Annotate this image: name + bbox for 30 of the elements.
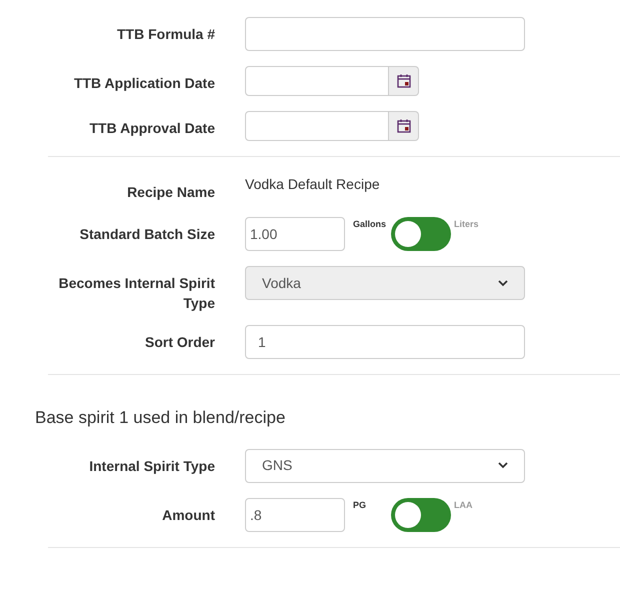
input-field[interactable]: .8 bbox=[245, 498, 345, 532]
date-field[interactable] bbox=[245, 66, 389, 96]
calendar-icon bbox=[396, 74, 410, 88]
field-label: Internal Spirit Type bbox=[88, 456, 215, 476]
calendar-button[interactable] bbox=[389, 111, 419, 141]
field-label: TTB Formula # bbox=[116, 25, 215, 44]
date-field[interactable] bbox=[245, 111, 389, 141]
field-label: TTB Application Date bbox=[72, 74, 215, 93]
input-field[interactable]: 1.00 bbox=[245, 217, 345, 251]
chevron-icon bbox=[498, 462, 508, 469]
unit-label: PG bbox=[353, 498, 368, 512]
section-heading: Base spirit 1 used in blend/recipe bbox=[35, 407, 286, 429]
toggle-switch[interactable] bbox=[391, 217, 451, 251]
chevron-icon bbox=[498, 280, 508, 286]
calendar-icon bbox=[396, 119, 410, 133]
unit-label: Liters bbox=[454, 218, 479, 231]
select-field[interactable]: GNS bbox=[245, 448, 525, 482]
unit-label: Gallons bbox=[353, 218, 388, 231]
field-label: Standard Batch Size bbox=[78, 225, 215, 244]
calendar-button[interactable] bbox=[389, 66, 419, 96]
field-label: Becomes Internal Spirit Type bbox=[58, 274, 215, 313]
input-field[interactable]: 1 bbox=[245, 325, 525, 359]
field-label: Amount bbox=[161, 506, 215, 524]
field-label: Sort Order bbox=[144, 333, 215, 352]
toggle-switch[interactable] bbox=[391, 498, 451, 532]
field-label: Recipe Name bbox=[126, 183, 215, 202]
unit-label: LAA bbox=[454, 498, 472, 512]
field-value: Vodka Default Recipe bbox=[245, 175, 380, 194]
input-field[interactable] bbox=[245, 17, 525, 51]
field-label: TTB Approval Date bbox=[88, 119, 215, 138]
